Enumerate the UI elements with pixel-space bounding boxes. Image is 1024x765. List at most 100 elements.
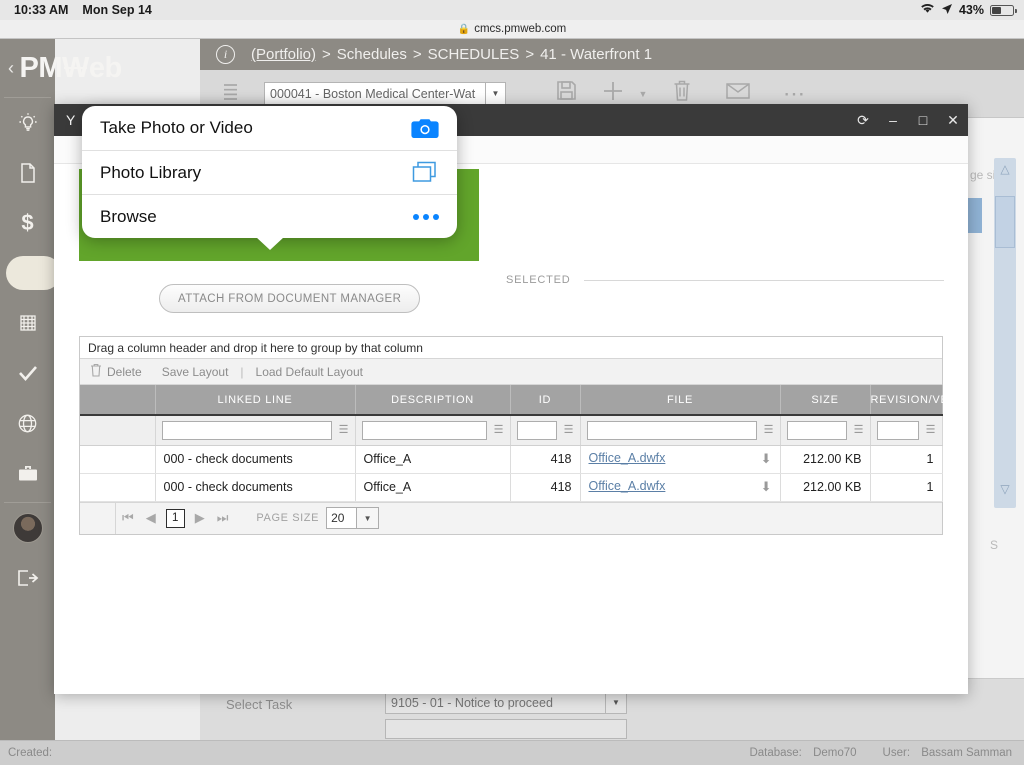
modal-title-text: Y bbox=[66, 112, 75, 128]
grid-delete-button[interactable]: Delete bbox=[80, 363, 152, 380]
add-dropdown-icon[interactable]: ▼ bbox=[632, 89, 654, 99]
upload-source-popup: Take Photo or Video Photo Library Browse bbox=[82, 106, 457, 238]
filter-cell-file: ☰ bbox=[580, 415, 780, 445]
chevron-down-icon[interactable]: ▼ bbox=[485, 83, 505, 104]
filter-icon[interactable]: ☰ bbox=[339, 425, 349, 436]
chevron-up-icon[interactable]: △ bbox=[994, 162, 1016, 184]
vertical-scrollbar[interactable]: △ ▽ bbox=[994, 158, 1016, 508]
sidebar-item-tasks[interactable] bbox=[0, 348, 55, 398]
popup-item-photo-library[interactable]: Photo Library bbox=[82, 150, 457, 194]
info-icon[interactable]: i bbox=[216, 45, 235, 64]
column-header-description[interactable]: DESCRIPTION bbox=[355, 385, 510, 415]
close-icon[interactable]: ✕ bbox=[938, 104, 968, 136]
filter-input-size[interactable] bbox=[787, 421, 847, 440]
filter-icon[interactable]: ☰ bbox=[926, 425, 936, 436]
cell-revision: 1 bbox=[870, 445, 942, 473]
sidebar-item-cost[interactable]: $ bbox=[0, 198, 55, 248]
first-page-button[interactable]: ⏮ bbox=[116, 510, 140, 526]
popup-item-take-photo[interactable]: Take Photo or Video bbox=[82, 106, 457, 150]
grid-save-layout-label: Save Layout bbox=[162, 365, 229, 379]
table-header-row: LINKED LINE DESCRIPTION ID FILE SIZE REV… bbox=[80, 385, 942, 415]
table-row[interactable]: 000 - check documents Office_A 418 Offic… bbox=[80, 445, 942, 473]
camera-icon bbox=[411, 118, 439, 139]
minimize-icon[interactable]: – bbox=[878, 104, 908, 136]
database-value: Demo70 bbox=[813, 747, 856, 759]
select-task-secondary-field[interactable] bbox=[385, 719, 627, 739]
grid-load-default-layout-button[interactable]: Load Default Layout bbox=[246, 365, 373, 379]
sidebar-item-projects[interactable] bbox=[0, 448, 55, 498]
select-task-dropdown[interactable]: 9105 - 01 - Notice to proceed ▼ bbox=[385, 691, 627, 714]
more-options-button[interactable]: ⋯ bbox=[766, 81, 822, 107]
column-header-linked-line[interactable]: LINKED LINE bbox=[155, 385, 355, 415]
filter-icon[interactable]: ☰ bbox=[564, 425, 574, 436]
sidebar-item-portfolio[interactable] bbox=[0, 398, 55, 448]
download-arrow-icon[interactable]: ⬇ bbox=[761, 479, 772, 495]
cell-file: Office_A.dwfx ⬇ bbox=[580, 473, 780, 501]
cell-file: Office_A.dwfx ⬇ bbox=[580, 445, 780, 473]
file-link[interactable]: Office_A.dwfx bbox=[589, 451, 666, 465]
sidebar-item-assets[interactable] bbox=[0, 298, 55, 348]
scrollbar-thumb[interactable] bbox=[995, 196, 1015, 248]
popup-item-label: Photo Library bbox=[100, 163, 411, 183]
column-header-revision[interactable]: REVISION/VER bbox=[870, 385, 942, 415]
popup-item-label: Browse bbox=[100, 207, 413, 227]
cell-size: 212.00 KB bbox=[780, 473, 870, 501]
page-number[interactable]: 1 bbox=[166, 509, 185, 528]
sidebar-item-ideas[interactable] bbox=[0, 98, 55, 148]
sidebar-item-active[interactable] bbox=[0, 248, 55, 298]
filter-cell-select bbox=[80, 415, 155, 445]
filter-input-revision[interactable] bbox=[877, 421, 919, 440]
popup-item-browse[interactable]: Browse bbox=[82, 194, 457, 238]
sidebar-item-documents[interactable] bbox=[0, 148, 55, 198]
filter-icon[interactable]: ☰ bbox=[764, 425, 774, 436]
status-date: Mon Sep 14 bbox=[82, 3, 151, 17]
back-chevron-icon[interactable]: ‹ bbox=[8, 58, 14, 79]
browser-url-bar[interactable]: 🔒 cmcs.pmweb.com bbox=[0, 20, 1024, 39]
chevron-down-icon[interactable]: ▽ bbox=[994, 482, 1016, 504]
url-text: cmcs.pmweb.com bbox=[474, 23, 566, 35]
sidebar-item-logout[interactable] bbox=[0, 553, 55, 603]
next-page-button[interactable]: ▶ bbox=[189, 510, 211, 526]
row-select-cell[interactable] bbox=[80, 473, 155, 501]
filter-icon[interactable]: ☰ bbox=[854, 425, 864, 436]
filter-input-file[interactable] bbox=[587, 421, 757, 440]
grid-save-layout-button[interactable]: Save Layout bbox=[152, 365, 239, 379]
grid-tools-separator: | bbox=[238, 365, 245, 379]
breadcrumb-portfolio[interactable]: (Portfolio) bbox=[251, 46, 316, 63]
battery-icon bbox=[990, 5, 1014, 16]
column-header-size[interactable]: SIZE bbox=[780, 385, 870, 415]
group-by-bar[interactable]: Drag a column header and drop it here to… bbox=[80, 337, 942, 359]
chevron-down-icon[interactable]: ▼ bbox=[356, 508, 378, 528]
grid-delete-label: Delete bbox=[107, 365, 142, 379]
filter-input-linked-line[interactable] bbox=[162, 421, 332, 440]
breadcrumb-schedules[interactable]: Schedules bbox=[337, 46, 407, 63]
row-select-cell[interactable] bbox=[80, 445, 155, 473]
file-link[interactable]: Office_A.dwfx bbox=[589, 479, 666, 493]
last-page-button[interactable]: ⏭ bbox=[211, 510, 235, 526]
column-header-id[interactable]: ID bbox=[510, 385, 580, 415]
cell-linked-line: 000 - check documents bbox=[155, 473, 355, 501]
breadcrumb-schedules-caps[interactable]: SCHEDULES bbox=[428, 46, 520, 63]
column-header-select[interactable] bbox=[80, 385, 155, 415]
refresh-icon[interactable]: ⟳ bbox=[848, 104, 878, 136]
column-header-file[interactable]: FILE bbox=[580, 385, 780, 415]
prev-page-button[interactable]: ◀ bbox=[140, 510, 162, 526]
project-select[interactable]: 000041 - Boston Medical Center-Wat ▼ bbox=[264, 82, 506, 105]
numbered-list-icon[interactable] bbox=[200, 81, 256, 107]
chevron-down-icon[interactable]: ▼ bbox=[605, 692, 626, 713]
filter-input-id[interactable] bbox=[517, 421, 557, 440]
ghost-s-text: S bbox=[990, 538, 998, 552]
ellipsis-icon bbox=[413, 214, 439, 220]
download-arrow-icon[interactable]: ⬇ bbox=[761, 451, 772, 467]
sidebar-item-user[interactable] bbox=[0, 503, 55, 553]
select-task-label: Select Task bbox=[226, 697, 292, 712]
filter-input-description[interactable] bbox=[362, 421, 487, 440]
ios-status-bar: 10:33 AM Mon Sep 14 43% bbox=[0, 0, 1024, 20]
app-logo[interactable]: ‹ PMWeb bbox=[0, 39, 200, 97]
table-row[interactable]: 000 - check documents Office_A 418 Offic… bbox=[80, 473, 942, 501]
email-button[interactable] bbox=[710, 81, 766, 107]
filter-icon[interactable]: ☰ bbox=[494, 425, 504, 436]
page-size-select[interactable]: 20 ▼ bbox=[326, 507, 379, 529]
maximize-icon[interactable]: □ bbox=[908, 104, 938, 136]
attach-from-document-manager-button[interactable]: ATTACH FROM DOCUMENT MANAGER bbox=[159, 284, 420, 313]
